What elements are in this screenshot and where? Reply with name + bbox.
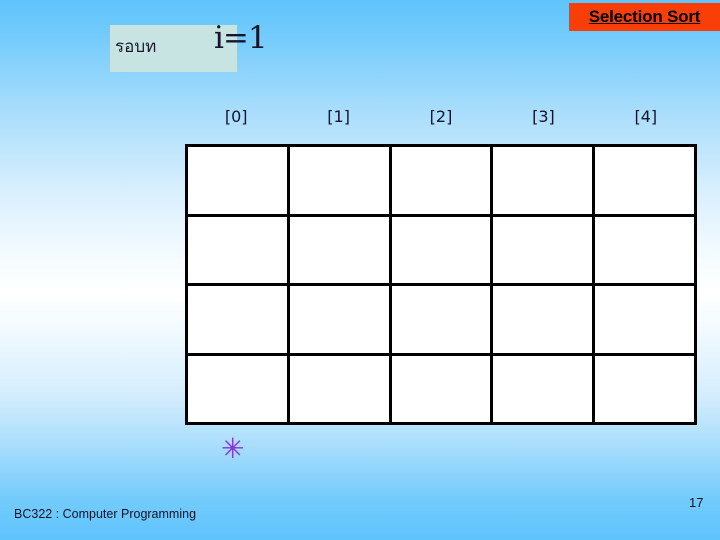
array-cell[interactable]	[493, 286, 596, 353]
array-cell[interactable]	[289, 286, 392, 353]
array-cell[interactable]	[188, 286, 290, 353]
array-cell[interactable]	[595, 355, 697, 422]
array-cell[interactable]	[188, 216, 290, 283]
array-cell[interactable]	[493, 216, 596, 283]
array-cell[interactable]	[391, 216, 494, 283]
array-cell[interactable]	[391, 286, 494, 353]
array-index-header-2: [2]	[429, 107, 453, 126]
array-grid	[185, 144, 697, 425]
array-cell[interactable]	[289, 147, 392, 214]
array-index-header-0: [0]	[224, 107, 248, 126]
footer-course-label: BC322 : Computer Programming	[14, 507, 197, 521]
array-cell[interactable]	[595, 286, 697, 353]
footer-page-number: 17	[689, 495, 704, 510]
array-cell[interactable]	[595, 147, 697, 214]
array-cell[interactable]	[289, 216, 392, 283]
table-row	[188, 355, 697, 425]
array-cell[interactable]	[289, 355, 392, 422]
slide-title-banner: Selection Sort	[569, 3, 720, 31]
array-cell[interactable]	[493, 355, 596, 422]
array-cell[interactable]	[188, 355, 290, 422]
array-cell[interactable]	[188, 147, 290, 214]
round-label: รอบท	[115, 37, 157, 57]
array-index-header-4: [4]	[634, 107, 658, 126]
array-column-headers: [0] [1] [2] [3] [4]	[185, 107, 697, 133]
array-cell[interactable]	[391, 147, 494, 214]
array-index-header-3: [3]	[532, 107, 555, 126]
array-cell[interactable]	[595, 216, 697, 283]
array-index-header-1: [1]	[327, 107, 350, 126]
slide-canvas: Selection Sort รอบท i=1 [0] [1] [2] [3] …	[0, 0, 720, 540]
table-row	[188, 216, 697, 286]
table-row	[188, 286, 697, 356]
table-row	[188, 147, 697, 217]
array-cell[interactable]	[391, 355, 494, 422]
array-cell[interactable]	[493, 147, 596, 214]
asterisk-icon: ✳	[221, 432, 245, 465]
iteration-expression: i=1	[214, 20, 268, 56]
page-title: Selection Sort	[588, 7, 701, 26]
